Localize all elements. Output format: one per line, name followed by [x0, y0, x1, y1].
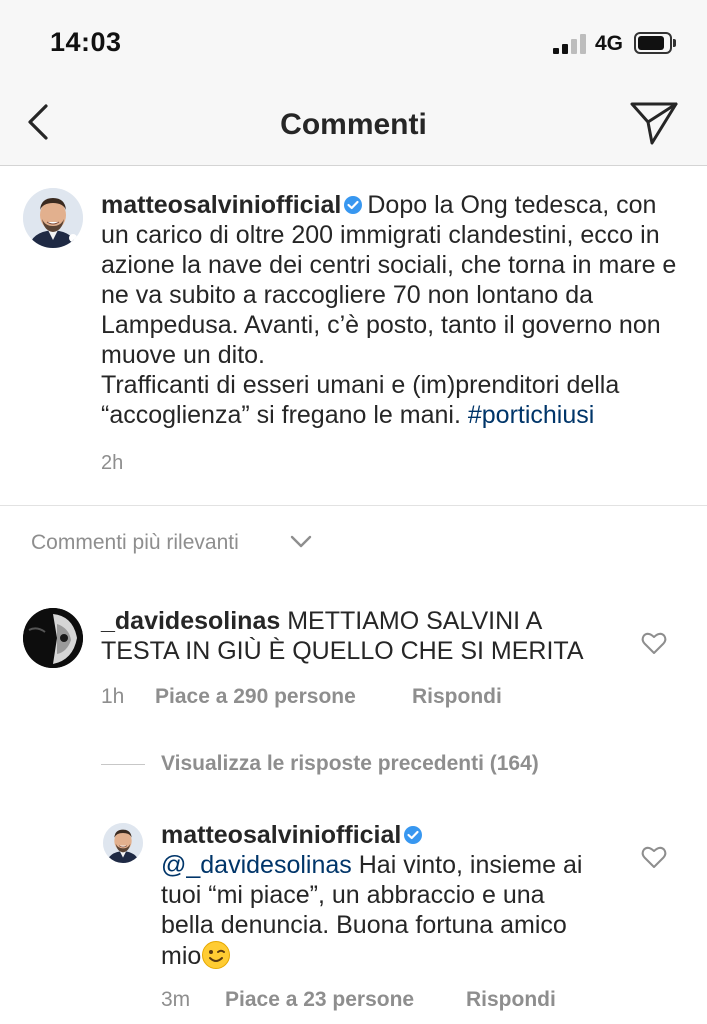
network-type: 4G [595, 32, 624, 55]
reply-button[interactable]: Rispondi [412, 685, 502, 709]
likes-link[interactable]: Piace a 290 persone [155, 685, 356, 709]
view-replies-link[interactable]: Visualizza le risposte precedenti (164) [161, 752, 539, 776]
winking-face-emoji-icon [202, 941, 231, 969]
signal-icon [553, 34, 587, 54]
reply-text: matteosalviniofficial @_davidesolinas Ha… [161, 820, 601, 971]
divider [101, 764, 145, 765]
avatar[interactable] [23, 608, 83, 668]
avatar[interactable] [103, 823, 143, 863]
caption-time: 2h [101, 452, 124, 474]
nav-header: Commenti [0, 88, 707, 166]
chevron-down-icon[interactable] [290, 534, 312, 550]
divider [0, 505, 707, 506]
caption-text: matteosalviniofficial Dopo la Ong tedesca… [101, 190, 691, 430]
hashtag-link[interactable]: #portichiusi [468, 401, 594, 429]
comment-text: _davidesolinas METTIAMO SALVINI A TESTA … [101, 606, 621, 666]
avatar[interactable] [23, 188, 83, 248]
likes-link[interactable]: Piace a 23 persone [225, 988, 414, 1012]
verified-badge-icon [344, 196, 363, 214]
reply-time: 3m [161, 988, 191, 1011]
mention-link[interactable]: @_davidesolinas [161, 851, 352, 879]
heart-icon[interactable] [641, 845, 667, 869]
page-title: Commenti [280, 108, 427, 141]
status-time: 14:03 [50, 27, 122, 57]
status-bar: 14:03 4G [0, 0, 707, 88]
comment-time: 1h [101, 685, 125, 708]
verified-badge-icon [404, 826, 423, 844]
send-icon[interactable] [628, 100, 680, 146]
reply-username[interactable]: matteosalviniofficial [161, 821, 401, 849]
comment-username[interactable]: _davidesolinas [101, 607, 280, 635]
reply-button[interactable]: Rispondi [466, 988, 556, 1012]
caption-username[interactable]: matteosalviniofficial [101, 191, 341, 219]
battery-icon [634, 32, 676, 54]
sort-label[interactable]: Commenti più rilevanti [31, 531, 239, 555]
heart-icon[interactable] [641, 631, 667, 655]
